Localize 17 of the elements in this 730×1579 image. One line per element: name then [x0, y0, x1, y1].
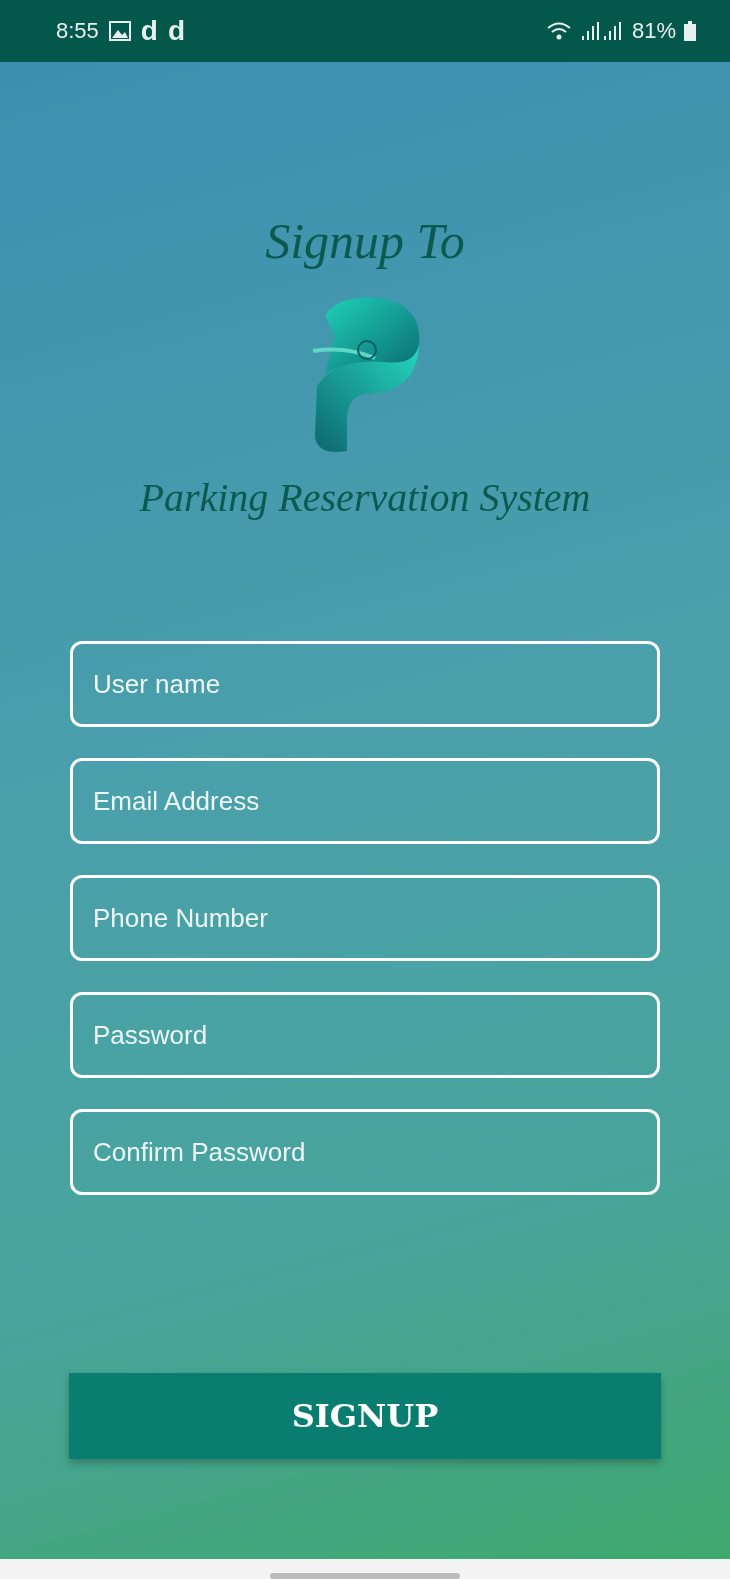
- notification-icon: d: [167, 17, 186, 45]
- image-icon: [108, 21, 131, 41]
- input-field[interactable]: Confirm Password: [70, 1109, 660, 1195]
- clock: 8:55: [56, 18, 99, 44]
- home-indicator[interactable]: [270, 1573, 460, 1579]
- input-field[interactable]: Phone Number: [70, 875, 660, 961]
- battery-icon: [684, 21, 696, 41]
- input-field[interactable]: User name: [70, 641, 660, 727]
- input-field[interactable]: Email Address: [70, 758, 660, 844]
- notification-icon: d: [140, 17, 158, 45]
- input-field[interactable]: Password: [70, 992, 660, 1078]
- signal-icon: [579, 21, 624, 41]
- wifi-icon: [545, 21, 572, 41]
- signup-button[interactable]: SIGNUP: [69, 1373, 661, 1459]
- battery-percent: 81%: [631, 18, 676, 44]
- title: Signup To: [265, 212, 465, 270]
- subtitle: Parking Reservation System: [139, 474, 591, 521]
